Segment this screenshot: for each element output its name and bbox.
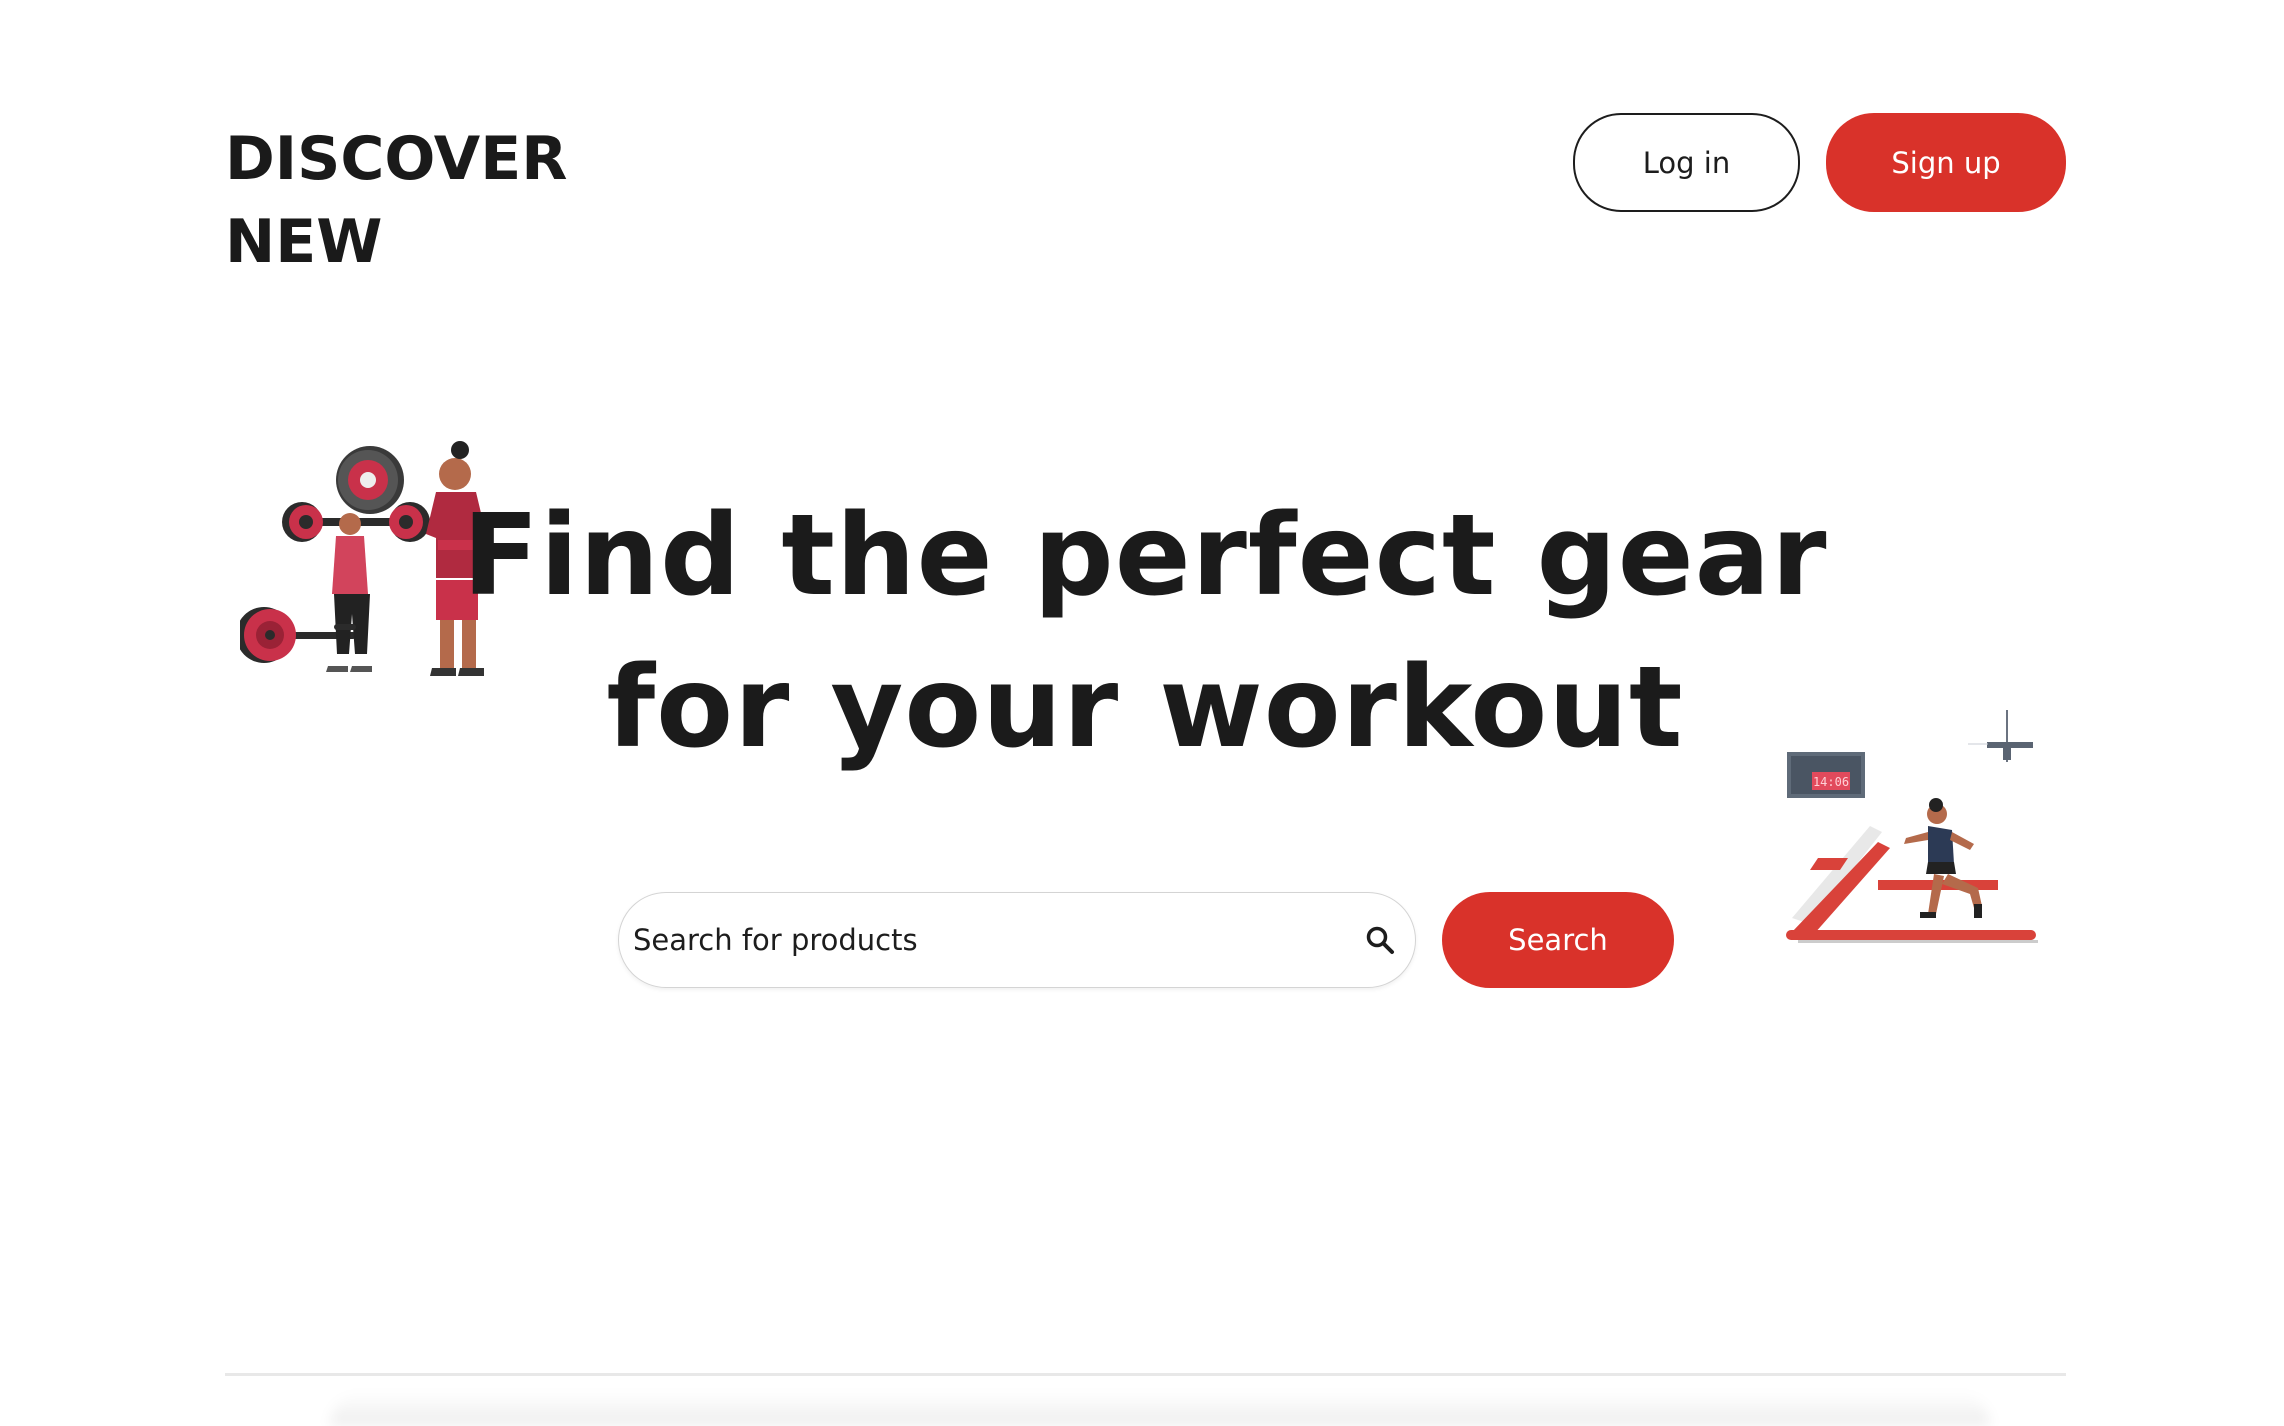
treadmill-illustration: 14:06 xyxy=(1786,710,2038,943)
logo-line-2: NEW xyxy=(225,207,383,277)
login-button[interactable]: Log in xyxy=(1573,113,1800,212)
section-divider xyxy=(225,1373,2066,1376)
search-icon[interactable] xyxy=(1365,925,1395,955)
hero-headline: Find the perfect gear for your workout xyxy=(420,480,1870,784)
headline-line-2: for your workout xyxy=(606,643,1684,773)
treadmill-display-text: 14:06 xyxy=(1813,775,1849,789)
signup-button[interactable]: Sign up xyxy=(1826,113,2066,212)
next-section-edge xyxy=(330,1392,1990,1426)
search-button[interactable]: Search xyxy=(1442,892,1674,988)
logo-line-1: DISCOVER xyxy=(225,124,568,194)
search-box xyxy=(618,892,1416,988)
site-logo[interactable]: DISCOVER NEW xyxy=(225,118,567,284)
headline-line-1: Find the perfect gear xyxy=(462,491,1828,621)
search-input[interactable] xyxy=(633,893,1313,986)
